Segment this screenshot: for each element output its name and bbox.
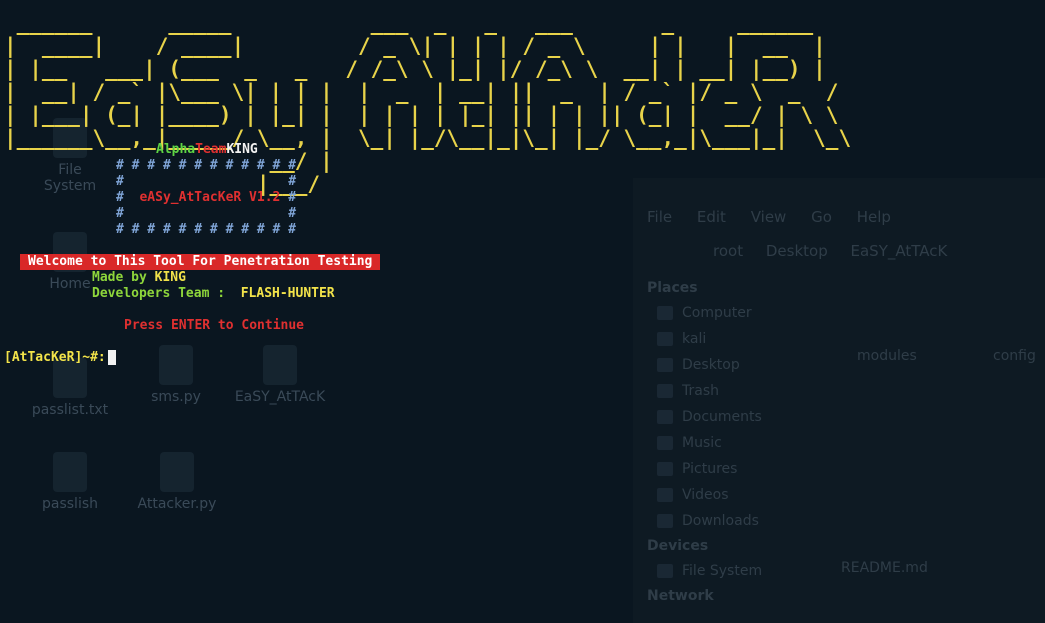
credit-king: KING [226, 142, 258, 157]
box-side: # [288, 190, 297, 205]
version-text: eASy_AtTacKeR V1.2 [139, 190, 281, 205]
box-side: # [116, 206, 124, 221]
box-side: # [288, 206, 297, 221]
box-side: # [116, 174, 124, 189]
made-by-name: KING [154, 270, 186, 285]
made-by-line: Made by KING [92, 270, 186, 285]
credit-line: AlphaTeamKING [156, 142, 258, 157]
box-side: # [288, 174, 297, 189]
made-by-label: Made by [92, 270, 155, 285]
press-enter-text: Press ENTER to Continue [124, 318, 305, 333]
box-side: # [116, 190, 124, 205]
box-bottom-border: # # # # # # # # # # # # [116, 222, 297, 237]
developers-name: FLASH-HUNTER [240, 286, 335, 301]
credit-team: Team [195, 142, 227, 157]
text-cursor[interactable] [108, 350, 116, 365]
version-box: # # # # # # # # # # # # # # # eASy_AtTac… [116, 158, 296, 238]
shell-prompt: [AtTacKeR]~#: [4, 350, 106, 365]
box-top-border: # # # # # # # # # # # # [116, 158, 297, 173]
developers-label: Developers Team : [92, 286, 241, 301]
developers-line: Developers Team : FLASH-HUNTER [92, 286, 335, 301]
welcome-banner: Welcome to This Tool For Penetration Tes… [20, 254, 381, 270]
box-gap [124, 174, 288, 189]
credit-alpha: Alpha [156, 142, 196, 157]
box-gap [124, 206, 288, 221]
terminal-window[interactable]: ______ _____ ___ _ _ ___ _ ______ | ____… [0, 0, 1045, 623]
